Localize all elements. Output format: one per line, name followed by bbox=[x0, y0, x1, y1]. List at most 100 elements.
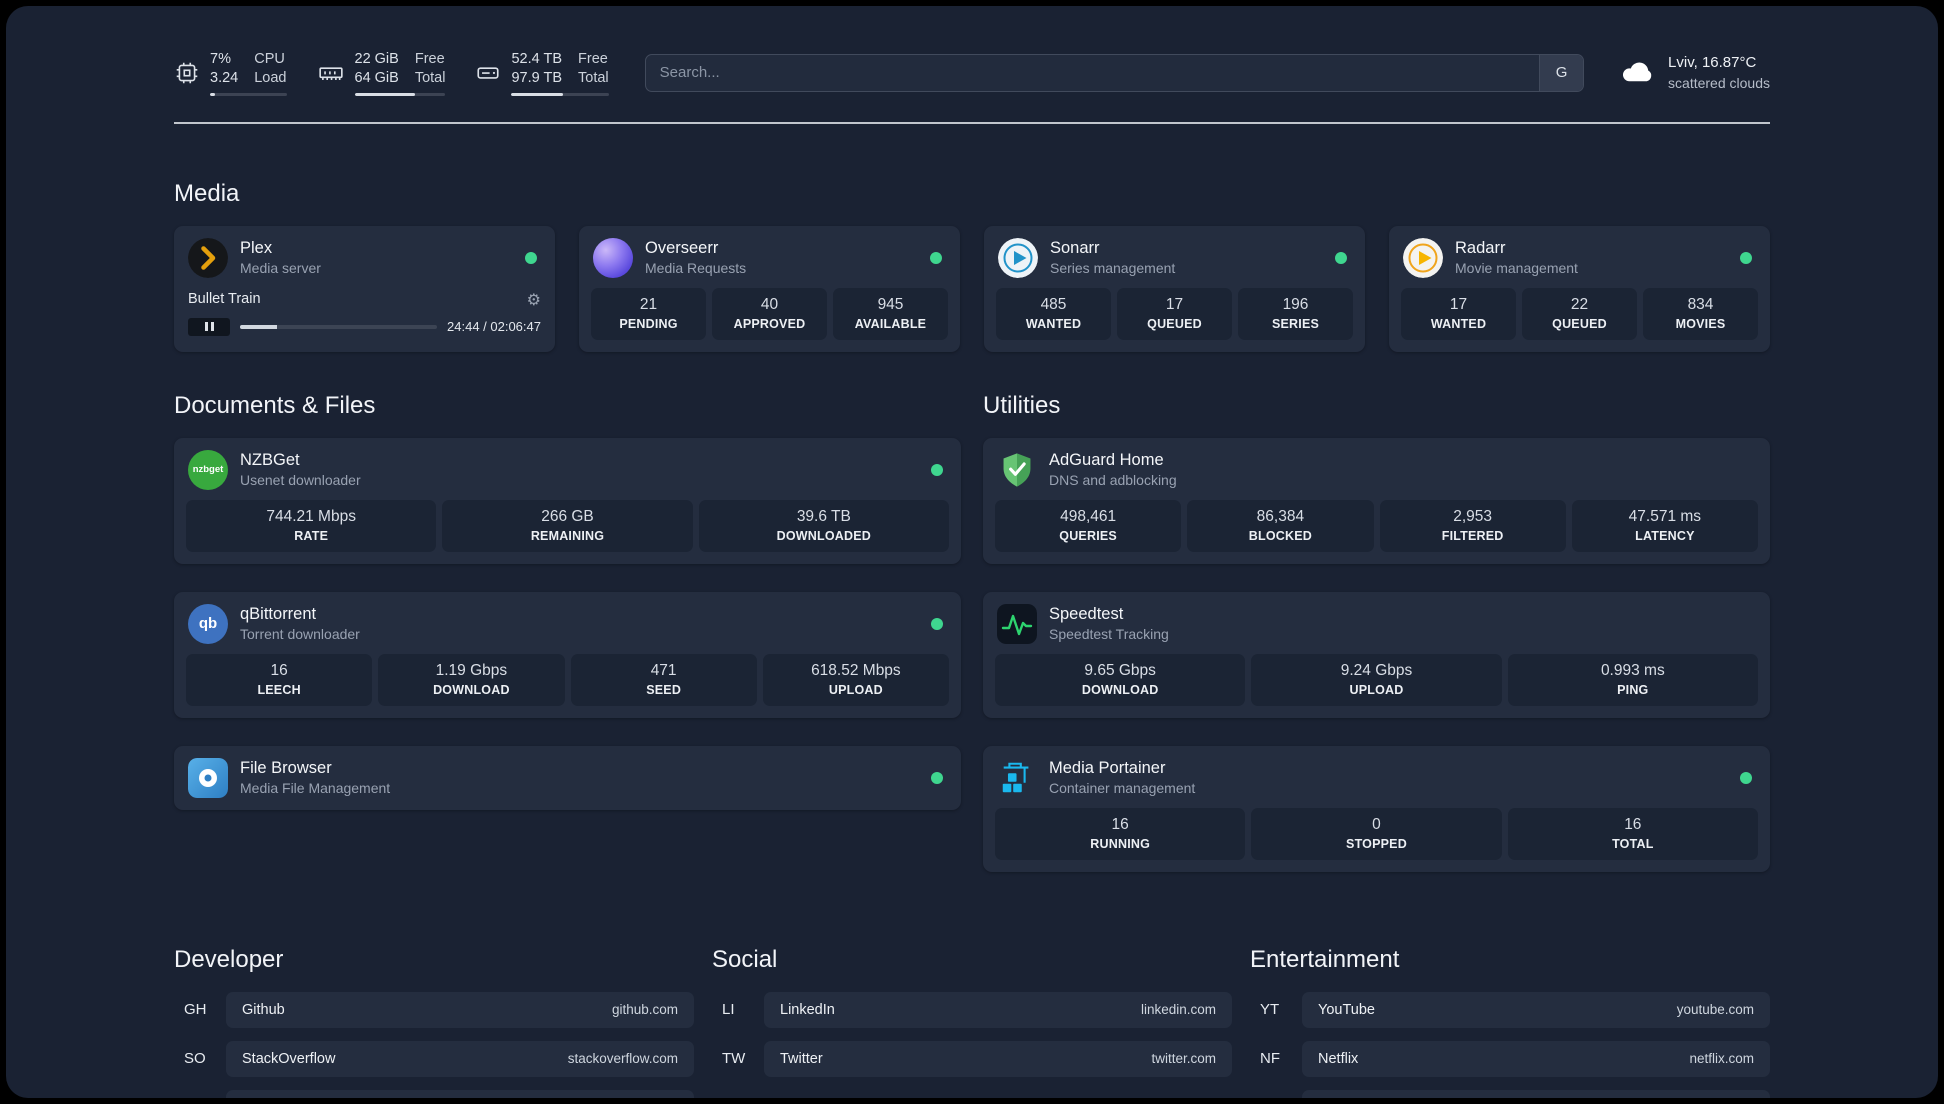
bookmark-abbr: NF bbox=[1260, 1050, 1280, 1068]
bookmark-pill: Github github.com bbox=[226, 991, 694, 1028]
service-name: NZBGet bbox=[240, 450, 300, 469]
section-title-media: Media bbox=[174, 179, 240, 207]
nzbget-icon: nzbget bbox=[188, 449, 228, 490]
cpu-label-bottom: Load bbox=[254, 69, 287, 86]
middle-columns: Documents & Files nzbget NZBGet Usenet d… bbox=[174, 392, 1770, 872]
bookmark-abbr: SO bbox=[184, 1050, 206, 1068]
status-dot bbox=[931, 771, 943, 784]
overseerr-icon bbox=[593, 237, 633, 278]
bookmark-pill: LinkedIn linkedin.com bbox=[764, 991, 1232, 1028]
bookmark-abbr: TW bbox=[722, 1050, 746, 1068]
bookmark-pill: StackOverflow stackoverflow.com bbox=[226, 1040, 694, 1077]
memory-progress-fill bbox=[354, 92, 415, 96]
bookmark-name: LinkedIn bbox=[780, 1001, 835, 1018]
bookmark-dev[interactable]: DT DEV dev.to bbox=[174, 1089, 694, 1098]
service-subtitle: Usenet downloader bbox=[240, 472, 361, 489]
service-card-plex[interactable]: Plex Media server Bullet Train ⚙ 24:44 /… bbox=[174, 225, 555, 352]
gear-icon[interactable]: ⚙ bbox=[527, 290, 541, 309]
topbar-divider bbox=[174, 121, 1770, 124]
service-name: AdGuard Home bbox=[1049, 450, 1164, 469]
adguard-icon bbox=[997, 450, 1037, 490]
bookmark-linkedin[interactable]: LI LinkedIn linkedin.com bbox=[712, 991, 1232, 1028]
cpu-label-top: CPU bbox=[254, 51, 285, 67]
cpu-usage-value: 7% bbox=[210, 51, 231, 67]
bookmark-name: YouTube bbox=[1318, 1001, 1375, 1018]
bookmark-pill: Reddit reddit.com bbox=[1302, 1089, 1770, 1098]
service-card-adguard[interactable]: AdGuard Home DNS and adblocking 498,461 … bbox=[983, 437, 1770, 564]
plex-now-playing: Bullet Train ⚙ 24:44 / 02:06:47 bbox=[186, 290, 543, 336]
service-subtitle: Media Requests bbox=[645, 260, 747, 277]
status-dot bbox=[525, 251, 537, 264]
bookmark-abbr: YT bbox=[1260, 1001, 1280, 1019]
bookmark-name: Netflix bbox=[1318, 1050, 1359, 1067]
stat-queued: 22 QUEUED bbox=[1522, 287, 1637, 340]
disk-progress-fill bbox=[511, 92, 563, 96]
service-card-speedtest[interactable]: Speedtest Speedtest Tracking 9.65 Gbps D… bbox=[983, 591, 1770, 718]
bookmark-url: youtube.com bbox=[1676, 1002, 1754, 1018]
service-card-radarr[interactable]: Radarr Movie management 17 WANTED 22 QUE… bbox=[1389, 225, 1770, 352]
stat-series: 196 SERIES bbox=[1238, 287, 1353, 340]
status-dot bbox=[1740, 771, 1752, 784]
bookmark-pill: YouTube youtube.com bbox=[1302, 991, 1770, 1028]
disk-widget: 52.4 TB 97.9 TB Free Total bbox=[475, 50, 609, 96]
service-name: Sonarr bbox=[1050, 238, 1100, 257]
service-subtitle: Media server bbox=[240, 260, 321, 277]
service-card-nzbget[interactable]: nzbget NZBGet Usenet downloader 744.21 M… bbox=[174, 437, 961, 564]
service-card-overseerr[interactable]: Overseerr Media Requests 21 PENDING 40 A… bbox=[579, 225, 960, 352]
section-title-social: Social bbox=[712, 945, 778, 973]
service-name: File Browser bbox=[240, 758, 332, 777]
stat-remaining: 266 GB REMAINING bbox=[442, 499, 693, 552]
service-card-filebrowser[interactable]: File Browser Media File Management bbox=[174, 745, 961, 810]
cloud-icon bbox=[1620, 55, 1656, 90]
search-input[interactable] bbox=[645, 54, 1540, 91]
service-name: Overseerr bbox=[645, 238, 719, 257]
stat-approved: 40 APPROVED bbox=[712, 287, 827, 340]
bookmark-url: linkedin.com bbox=[1140, 1002, 1216, 1018]
bookmark-github[interactable]: GH Github github.com bbox=[174, 991, 694, 1028]
stats-row: 16 RUNNING 0 STOPPED 16 TOTAL bbox=[995, 807, 1758, 860]
stat-filtered: 2,953 FILTERED bbox=[1379, 499, 1566, 552]
bookmark-youtube[interactable]: YT YouTube youtube.com bbox=[1250, 991, 1770, 1028]
stat-wanted: 17 WANTED bbox=[1401, 287, 1516, 340]
service-subtitle: Torrent downloader bbox=[240, 626, 360, 643]
pause-button[interactable] bbox=[188, 317, 230, 336]
stat-upload: 9.24 Gbps UPLOAD bbox=[1251, 653, 1502, 706]
service-name: Radarr bbox=[1455, 238, 1506, 257]
bookmark-stackoverflow[interactable]: SO StackOverflow stackoverflow.com bbox=[174, 1040, 694, 1077]
bookmark-url: stackoverflow.com bbox=[567, 1051, 678, 1067]
bookmark-url: twitter.com bbox=[1151, 1051, 1216, 1067]
bookmark-twitter[interactable]: TW Twitter twitter.com bbox=[712, 1040, 1232, 1077]
service-subtitle: Container management bbox=[1049, 780, 1196, 797]
service-subtitle: Series management bbox=[1050, 260, 1176, 277]
stat-running: 16 RUNNING bbox=[995, 807, 1246, 860]
disk-progress-bar bbox=[511, 92, 609, 96]
service-name: Plex bbox=[240, 238, 273, 257]
search-bar: G bbox=[644, 53, 1585, 92]
service-subtitle: Movie management bbox=[1455, 260, 1578, 277]
bookmark-pill: Twitter twitter.com bbox=[764, 1040, 1232, 1077]
service-card-sonarr[interactable]: Sonarr Series management 485 WANTED 17 Q… bbox=[984, 225, 1365, 352]
service-card-qbittorrent[interactable]: qb qBittorrent Torrent downloader 16 LEE… bbox=[174, 591, 961, 718]
bookmark-reddit[interactable]: RE Reddit reddit.com bbox=[1250, 1089, 1770, 1098]
service-card-portainer[interactable]: Media Portainer Container management 16 … bbox=[983, 745, 1770, 872]
disk-icon bbox=[475, 60, 501, 86]
bookmark-name: Github bbox=[242, 1001, 285, 1018]
bookmark-url: netflix.com bbox=[1689, 1051, 1754, 1067]
disk-total-value: 97.9 TB bbox=[511, 69, 563, 86]
bookmark-pill: Netflix netflix.com bbox=[1302, 1040, 1770, 1077]
weather-location: Lviv, 16.87°C bbox=[1668, 54, 1757, 72]
memory-label-bottom: Total bbox=[414, 69, 446, 86]
qbittorrent-icon: qb bbox=[188, 603, 228, 644]
speedtest-icon bbox=[997, 603, 1037, 644]
bookmark-netflix[interactable]: NF Netflix netflix.com bbox=[1250, 1040, 1770, 1077]
stats-row: 17 WANTED 22 QUEUED 834 MOVIES bbox=[1401, 287, 1758, 340]
playback-progress-bar[interactable] bbox=[240, 324, 438, 329]
stat-total: 16 TOTAL bbox=[1507, 807, 1758, 860]
search-provider-button[interactable]: G bbox=[1539, 54, 1584, 91]
stat-blocked: 86,384 BLOCKED bbox=[1187, 499, 1374, 552]
pause-icon bbox=[204, 322, 208, 332]
bookmark-name: StackOverflow bbox=[242, 1050, 336, 1067]
status-dot bbox=[931, 617, 943, 630]
resource-widgets: 7% 3.24 CPU Load 22 GiB 64 GiB Free Tota… bbox=[174, 50, 609, 96]
bookmark-abbr: LI bbox=[722, 1001, 735, 1019]
